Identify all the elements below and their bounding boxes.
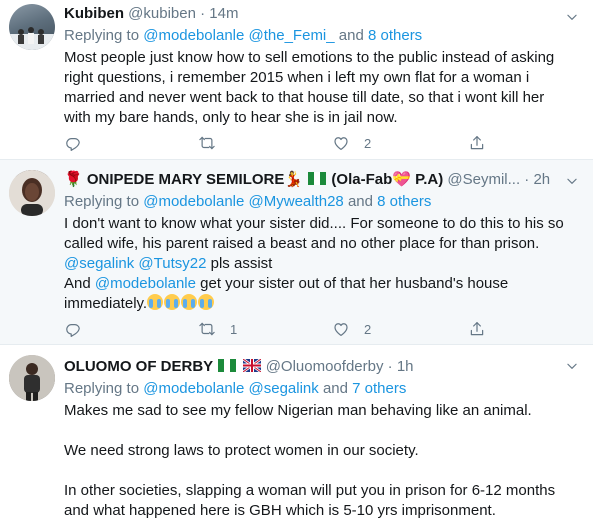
replying-mentions[interactable]: @modebolanle @segalink <box>143 380 319 397</box>
text-line: I don't want to know what your sister di… <box>64 215 564 232</box>
text-fragment: pls assist <box>206 255 273 272</box>
user-handle[interactable]: @Oluomoofderby <box>266 358 384 375</box>
replying-label: Replying to <box>64 27 140 44</box>
text-fragment: get your sister out of that her husband'… <box>196 275 509 292</box>
crying-face-icon <box>164 294 181 310</box>
share-button[interactable] <box>468 318 486 340</box>
like-icon <box>332 320 350 338</box>
text-line: with my bare hands, only to hear she is … <box>64 109 398 126</box>
text-line: called wife, his parent raised a beast a… <box>64 235 540 252</box>
tweet-text: I don't want to know what your sister di… <box>64 214 583 314</box>
tweet-text: Most people just know how to sell emotio… <box>64 48 583 128</box>
timestamp[interactable]: 14m <box>209 5 238 22</box>
tweet-text: Makes me sad to see my fellow Nigerian m… <box>64 401 583 521</box>
timestamp[interactable]: 1h <box>397 358 414 375</box>
replying-and: and <box>347 193 373 210</box>
tweet-header: Kubiben @kubiben · 14m <box>64 4 553 24</box>
replying-and: and <box>338 27 364 44</box>
avatar[interactable] <box>9 170 55 216</box>
reply-icon <box>64 320 82 338</box>
rose-icon: 🌹 <box>64 171 83 188</box>
like-button[interactable]: 2 <box>332 132 371 154</box>
user-handle[interactable]: @kubiben <box>128 5 196 22</box>
retweet-button[interactable]: 1 <box>198 318 237 340</box>
display-name[interactable]: ONIPEDE MARY SEMILORE <box>87 171 285 188</box>
replying-mentions[interactable]: @modebolanle @the_Femi_ <box>143 27 334 44</box>
display-name-suffix[interactable]: (Ola-Fab <box>331 171 392 188</box>
replying-and: and <box>322 380 348 397</box>
display-name-suffix-end[interactable]: P.A) <box>415 171 443 188</box>
replying-label: Replying to <box>64 380 140 397</box>
text-line: right questions, i remember 2015 when i … <box>64 69 530 86</box>
replying-label: Replying to <box>64 193 140 210</box>
dancer-icon: 💃 <box>284 171 304 188</box>
text-line: and what happened here is GBH which is 5… <box>64 502 496 519</box>
nigeria-flag-icon <box>218 359 236 372</box>
like-icon <box>332 134 350 152</box>
avatar[interactable] <box>9 4 55 50</box>
text-line: @segalink @Tutsy22 pls assist <box>64 254 583 274</box>
replying-to: Replying to @modebolanle @Mywealth28 and… <box>64 192 431 212</box>
share-button[interactable] <box>468 132 486 154</box>
separator-dot: · <box>524 171 530 188</box>
display-name[interactable]: Kubiben <box>64 5 124 22</box>
replying-mentions[interactable]: @modebolanle @Mywealth28 <box>143 193 344 210</box>
crying-face-icon <box>181 294 198 310</box>
reply-icon <box>64 134 82 152</box>
action-bar: 2 <box>64 132 484 154</box>
nigeria-flag-icon <box>308 172 326 185</box>
crying-face-icon <box>147 294 164 310</box>
action-bar: 1 2 <box>64 318 484 340</box>
chevron-down-icon[interactable] <box>565 174 579 188</box>
retweet-icon <box>198 134 216 152</box>
timestamp[interactable]: 2h <box>533 171 550 188</box>
share-icon <box>468 134 486 152</box>
retweet-icon <box>198 320 216 338</box>
like-count: 2 <box>364 321 372 337</box>
replying-others[interactable]: 8 others <box>377 193 431 210</box>
mention-link[interactable]: @modebolanle <box>95 275 196 292</box>
text-line: married and never went back to that hous… <box>64 89 545 106</box>
tweet[interactable]: 🌹 ONIPEDE MARY SEMILORE💃 (Ola-Fab💝 P.A) … <box>0 160 593 345</box>
text-line: In other societies, slapping a woman wil… <box>64 482 556 499</box>
like-button[interactable]: 2 <box>332 318 371 340</box>
tweet[interactable]: Kubiben @kubiben · 14m Replying to @mode… <box>0 0 593 160</box>
text-fragment: And <box>64 275 95 292</box>
reply-button[interactable] <box>64 132 82 154</box>
replying-others[interactable]: 7 others <box>352 380 406 397</box>
text-line: Makes me sad to see my fellow Nigerian m… <box>64 402 532 419</box>
text-line: Most people just know how to sell emotio… <box>64 49 555 66</box>
avatar[interactable] <box>9 355 55 401</box>
chevron-down-icon[interactable] <box>565 10 579 24</box>
uk-flag-icon <box>243 359 261 372</box>
text-line: We need strong laws to protect women in … <box>64 442 419 459</box>
crying-face-icon <box>198 294 215 310</box>
tweet-header: OLUOMO OF DERBY @Oluomoofderby · 1h <box>64 357 553 377</box>
chevron-down-icon[interactable] <box>565 359 579 373</box>
reply-button[interactable] <box>64 318 82 340</box>
like-count: 2 <box>364 135 372 151</box>
tweet[interactable]: OLUOMO OF DERBY @Oluomoofderby · 1h Repl… <box>0 345 593 524</box>
retweet-count: 1 <box>230 321 238 337</box>
retweet-button[interactable] <box>198 132 216 154</box>
replying-to: Replying to @modebolanle @the_Femi_ and … <box>64 26 422 46</box>
replying-others[interactable]: 8 others <box>368 27 422 44</box>
separator-dot: · <box>387 358 393 375</box>
heart-eyes-icon: 💝 <box>392 171 411 188</box>
replying-to: Replying to @modebolanle @segalink and 7… <box>64 379 406 399</box>
mention-link[interactable]: @segalink @Tutsy22 <box>64 255 206 272</box>
text-line: And @modebolanle get your sister out of … <box>64 274 583 294</box>
text-fragment: immediately. <box>64 295 148 312</box>
user-handle[interactable]: @Seymil... <box>447 171 520 188</box>
tweet-header: 🌹 ONIPEDE MARY SEMILORE💃 (Ola-Fab💝 P.A) … <box>64 170 553 190</box>
separator-dot: · <box>200 5 206 22</box>
display-name[interactable]: OLUOMO OF DERBY <box>64 358 213 375</box>
text-line: immediately. <box>64 294 583 314</box>
share-icon <box>468 320 486 338</box>
